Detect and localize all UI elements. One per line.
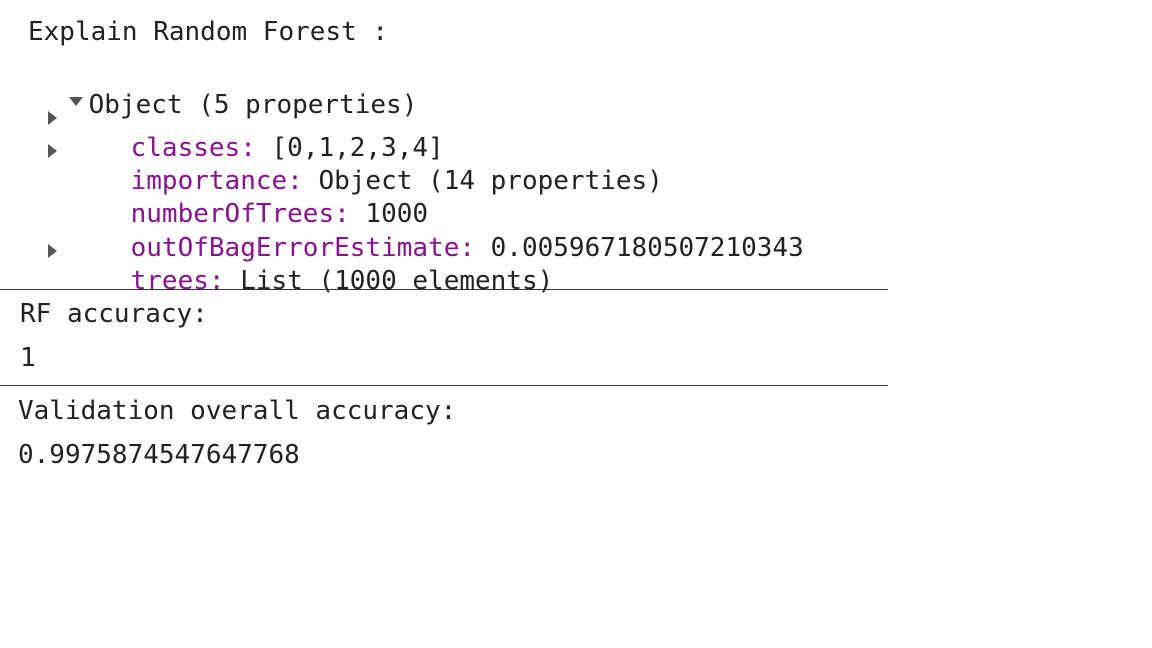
property-key: trees: xyxy=(130,266,225,296)
rf-accuracy-label: RF accuracy: xyxy=(20,299,208,329)
rf-accuracy-value: 1 xyxy=(20,343,36,373)
output-divider xyxy=(0,289,888,290)
validation-accuracy-label: Validation overall accuracy: xyxy=(18,396,457,426)
triangle-right-icon[interactable] xyxy=(48,244,57,258)
property-value: List (1000 elements) xyxy=(224,266,554,296)
output-divider xyxy=(0,385,888,386)
validation-accuracy-value: 0.9975874547647768 xyxy=(18,440,300,470)
triangle-right-icon[interactable] xyxy=(48,144,57,158)
print-title: Explain Random Forest : xyxy=(28,17,389,47)
triangle-right-icon[interactable] xyxy=(48,111,57,125)
